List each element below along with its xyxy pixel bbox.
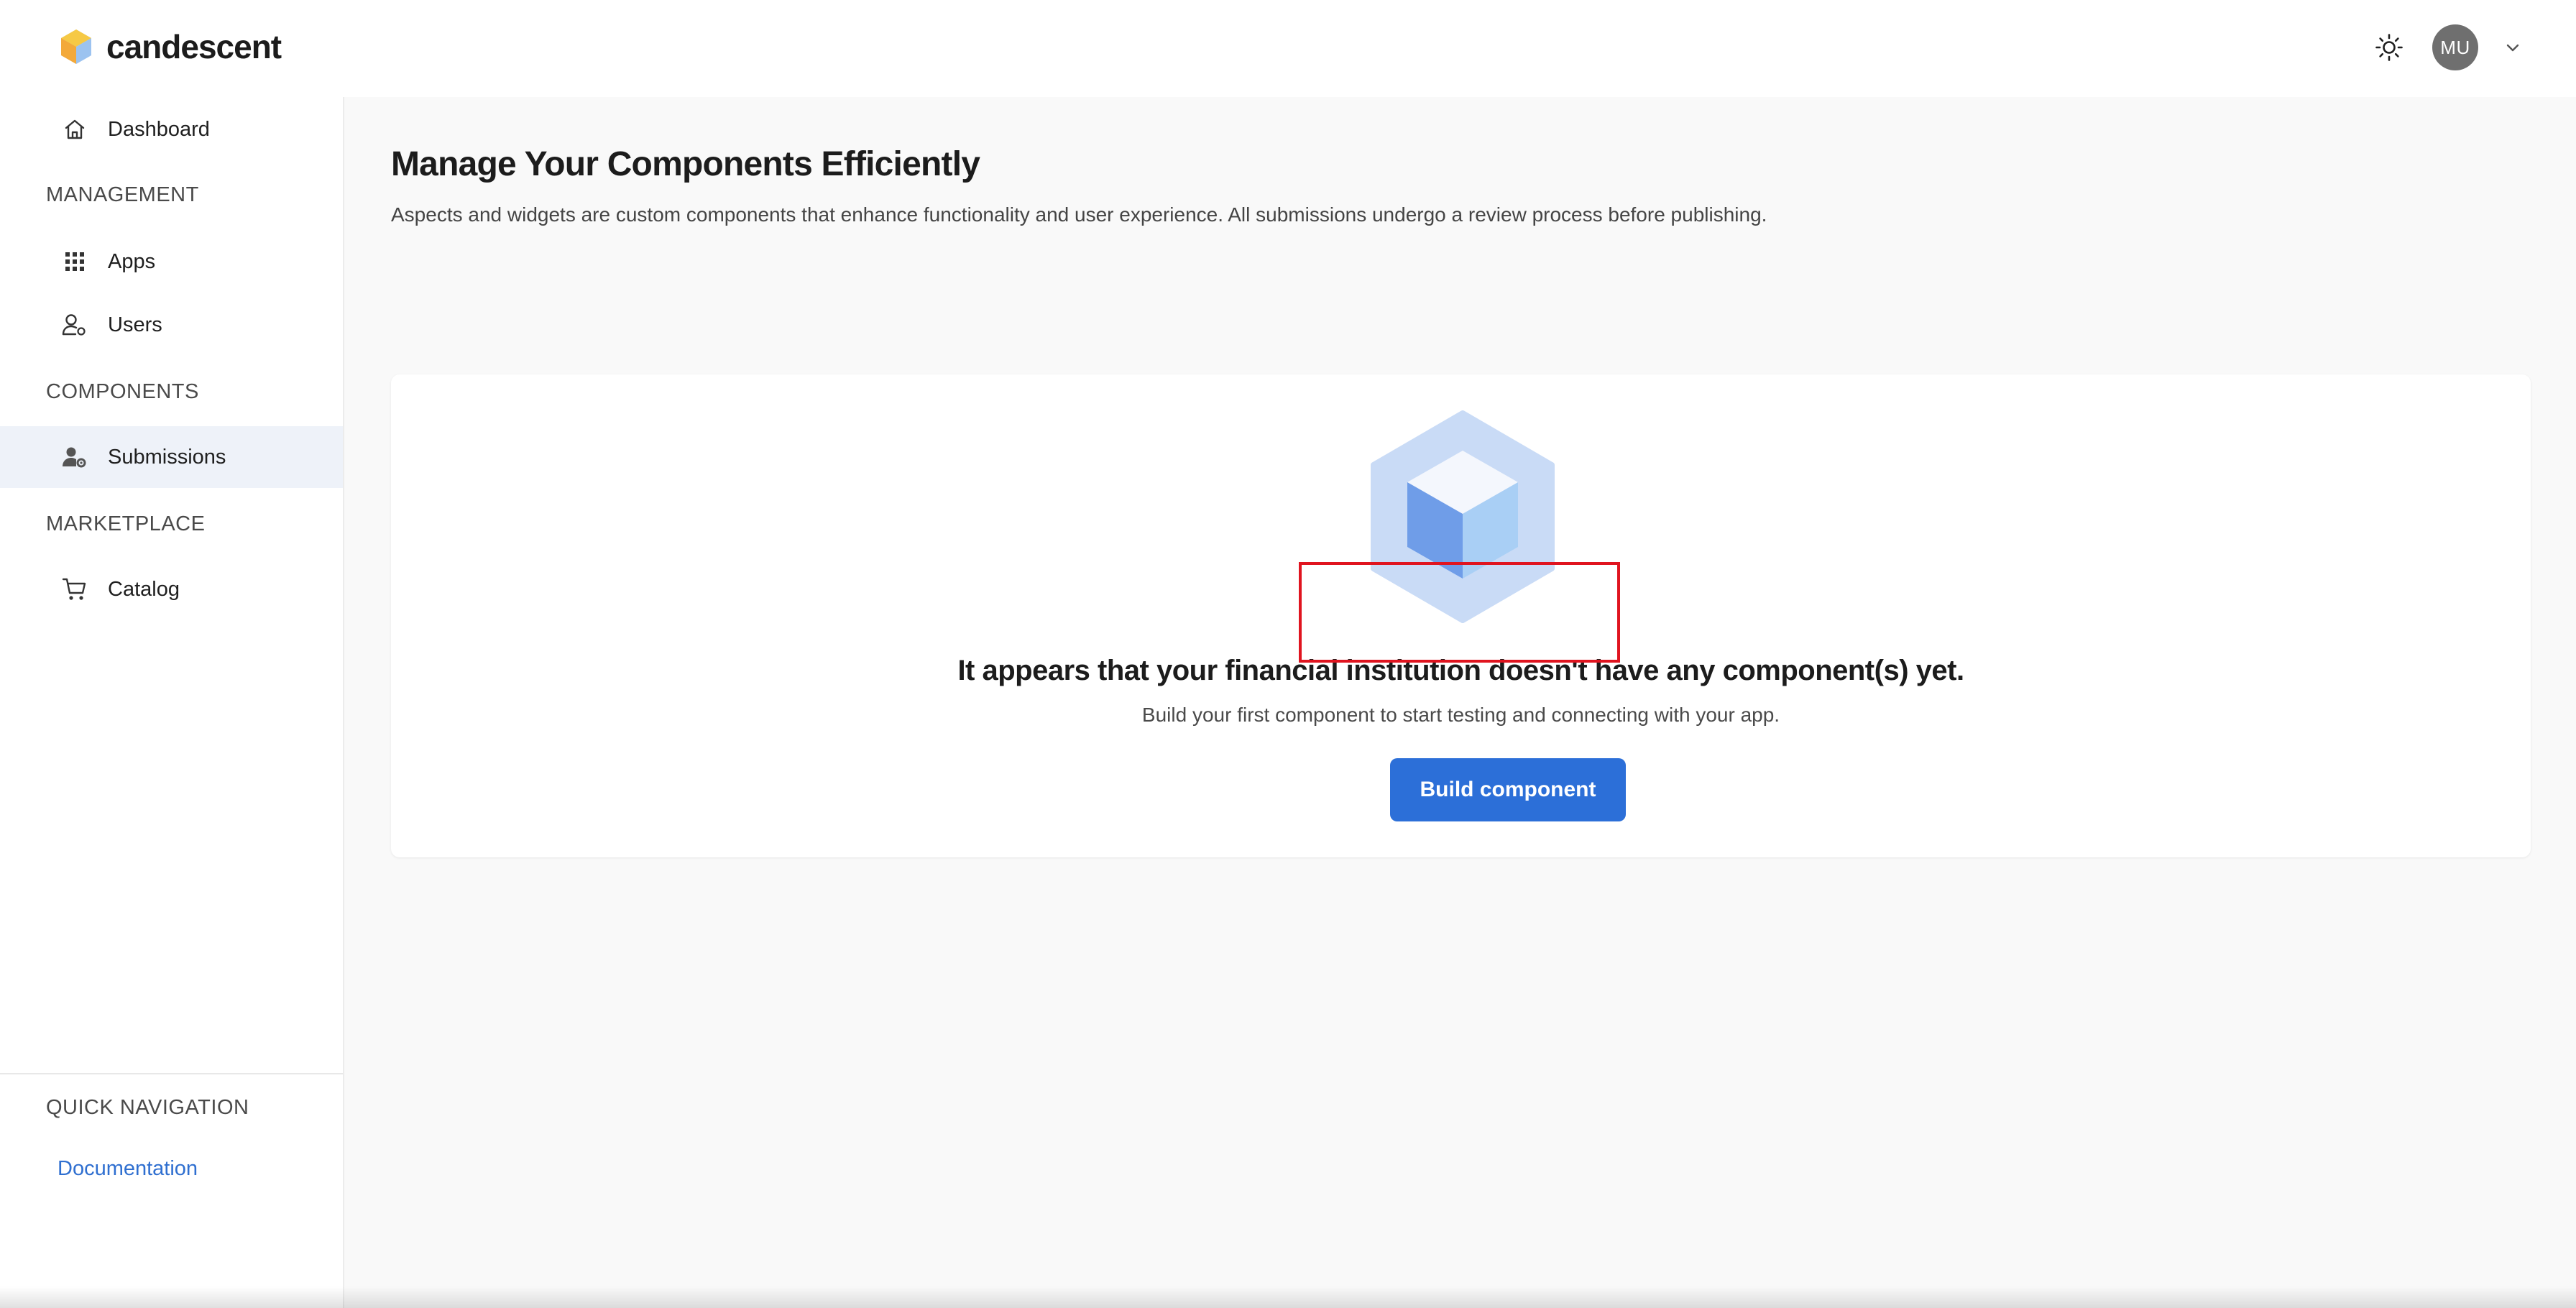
brand-logo[interactable]: candescent (59, 27, 282, 66)
empty-state-card: It appears that your financial instituti… (391, 374, 2531, 857)
theme-toggle-button[interactable] (2366, 24, 2412, 70)
page-subtitle: Aspects and widgets are custom component… (391, 203, 1767, 226)
header-actions: MU (2366, 24, 2527, 70)
cart-icon (60, 575, 89, 604)
sidebar-item-label: Catalog (108, 577, 180, 601)
empty-state-title: It appears that your financial instituti… (957, 655, 1964, 686)
page-title: Manage Your Components Efficiently (391, 145, 980, 183)
user-gear-icon (60, 443, 89, 471)
sidebar-item-dashboard[interactable]: Dashboard (0, 98, 343, 160)
main-content: Manage Your Components Efficiently Aspec… (344, 97, 2576, 1308)
user-settings-icon (60, 310, 89, 339)
sidebar-item-label: Apps (108, 249, 156, 273)
top-header: candescent MU (0, 0, 2576, 97)
section-label-marketplace: MARKETPLACE (46, 512, 206, 535)
chevron-down-icon (2506, 44, 2519, 52)
section-label-quick-navigation: QUICK NAVIGATION (46, 1096, 249, 1119)
sidebar-item-label: Submissions (108, 445, 226, 469)
grid-icon (60, 247, 89, 276)
user-avatar[interactable]: MU (2432, 24, 2478, 70)
section-label-management: MANAGEMENT (46, 183, 199, 206)
sidebar-item-label: Dashboard (108, 117, 210, 141)
sidebar-item-catalog[interactable]: Catalog (0, 558, 343, 620)
logo-mark-icon (61, 29, 91, 64)
sun-icon (2375, 34, 2403, 61)
documentation-link[interactable]: Documentation (58, 1157, 198, 1181)
home-icon (60, 115, 89, 144)
sidebar-item-users[interactable]: Users (0, 294, 343, 356)
empty-state-subtitle: Build your first component to start test… (1141, 704, 1780, 726)
build-component-button[interactable]: Build component (1390, 758, 1626, 821)
section-label-components: COMPONENTS (46, 380, 199, 403)
cube-icon (1371, 410, 1555, 623)
sidebar-item-apps[interactable]: Apps (0, 231, 343, 293)
sidebar-divider (0, 1073, 343, 1074)
sidebar-item-label: Users (108, 313, 162, 336)
sidebar: Dashboard MANAGEMENT Apps Users COMPONEN… (0, 97, 344, 1308)
sidebar-item-submissions[interactable]: Submissions (0, 426, 343, 488)
logo-text: candescent (106, 28, 282, 65)
account-menu-button[interactable] (2498, 33, 2527, 62)
